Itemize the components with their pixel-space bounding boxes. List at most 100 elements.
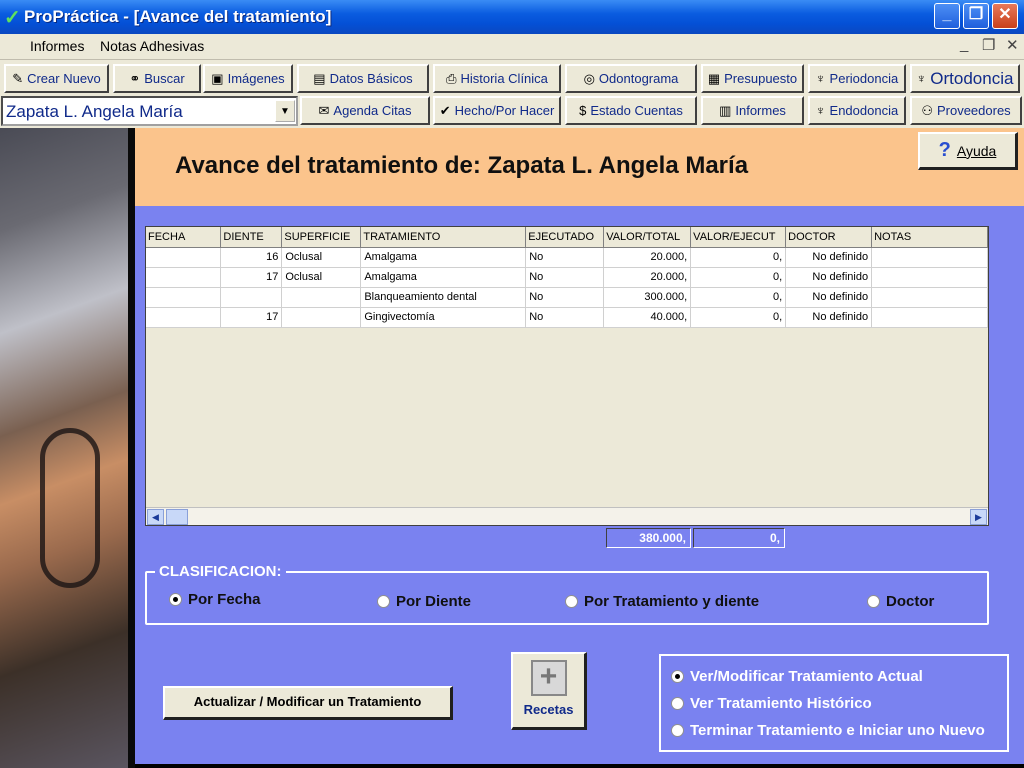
cell-superficie[interactable] — [281, 287, 362, 308]
cell-fecha[interactable] — [146, 247, 222, 268]
radio-dot[interactable] — [377, 595, 390, 608]
cell-doctor[interactable]: No definido — [785, 267, 873, 288]
table-row[interactable]: Blanqueamiento dental No 300.000, 0, No … — [146, 287, 988, 308]
maximize-button[interactable]: ❐ — [963, 3, 989, 29]
radio-dot[interactable] — [565, 595, 578, 608]
cell-ejecutado[interactable]: No — [525, 267, 605, 288]
radio-label: Doctor — [886, 593, 935, 610]
menu-notas-adhesivas[interactable]: Notas Adhesivas — [100, 38, 204, 54]
cell-ejecutado[interactable]: No — [525, 287, 605, 308]
cell-valor-ejecut[interactable]: 0, — [690, 307, 787, 328]
imagenes-button[interactable]: ▣ Imágenes — [203, 64, 293, 93]
odontograma-button[interactable]: ◎ Odontograma — [565, 64, 697, 93]
button-label: Odontograma — [598, 71, 679, 86]
cell-valor-total[interactable]: 20.000, — [603, 267, 692, 288]
buscar-button[interactable]: ⚭ Buscar — [113, 64, 201, 93]
patient-select[interactable]: Zapata L. Angela María ▼ — [1, 96, 298, 126]
col-fecha[interactable]: FECHA — [146, 227, 222, 248]
mdi-minimize-icon[interactable]: _ — [960, 36, 968, 53]
radio-ver-modificar-actual[interactable]: Ver/Modificar Tratamiento Actual — [671, 668, 923, 685]
scroll-right-icon[interactable]: ▶ — [970, 509, 987, 525]
col-tratamiento[interactable]: TRATAMIENTO — [360, 227, 527, 248]
close-button[interactable]: ✕ — [992, 3, 1018, 29]
radio-dot[interactable] — [867, 595, 880, 608]
button-label: Historia Clínica — [460, 71, 548, 86]
cell-doctor[interactable]: No definido — [785, 287, 873, 308]
cell-notas[interactable] — [871, 247, 988, 268]
minimize-button[interactable]: _ — [934, 3, 960, 29]
scroll-left-icon[interactable]: ◀ — [147, 509, 164, 525]
radio-por-fecha[interactable]: Por Fecha — [169, 591, 261, 608]
update-treatment-button[interactable]: Actualizar / Modificar un Tratamiento — [163, 686, 453, 720]
col-ejecutado[interactable]: EJECUTADO — [525, 227, 605, 248]
radio-ver-historico[interactable]: Ver Tratamiento Histórico — [671, 695, 872, 712]
endodoncia-button[interactable]: ♆ Endodoncia — [808, 96, 906, 125]
presupuesto-button[interactable]: ▦ Presupuesto — [701, 64, 804, 93]
cell-fecha[interactable] — [146, 267, 222, 288]
crear-nuevo-button[interactable]: ✎ Crear Nuevo — [4, 64, 109, 93]
cell-diente[interactable] — [220, 287, 283, 308]
col-valor-total[interactable]: VALOR/TOTAL — [603, 227, 692, 248]
cell-notas[interactable] — [871, 267, 988, 288]
cell-diente[interactable]: 16 — [220, 247, 283, 268]
col-valor-ejecut[interactable]: VALOR/EJECUT — [690, 227, 787, 248]
cell-valor-total[interactable]: 300.000, — [603, 287, 692, 308]
radio-terminar-iniciar-nuevo[interactable]: Terminar Tratamiento e Iniciar uno Nuevo — [671, 722, 985, 739]
horizontal-scrollbar[interactable]: ◀ ▶ — [146, 507, 988, 525]
col-notas[interactable]: NOTAS — [871, 227, 988, 248]
dollar-icon: $ — [579, 103, 587, 118]
informes-button[interactable]: ▥ Informes — [701, 96, 804, 125]
cell-tratamiento[interactable]: Gingivectomía — [360, 307, 527, 328]
estado-cuentas-button[interactable]: $ Estado Cuentas — [565, 96, 697, 125]
cell-superficie[interactable]: Oclusal — [281, 267, 362, 288]
hecho-por-hacer-button[interactable]: ✔ Hecho/Por Hacer — [433, 96, 561, 125]
col-superficie[interactable]: SUPERFICIE — [281, 227, 362, 248]
radio-doctor[interactable]: Doctor — [867, 593, 934, 610]
cell-tratamiento[interactable]: Amalgama — [360, 247, 527, 268]
cell-superficie[interactable]: Oclusal — [281, 247, 362, 268]
cell-ejecutado[interactable]: No — [525, 307, 605, 328]
cell-fecha[interactable] — [146, 287, 222, 308]
radio-por-diente[interactable]: Por Diente — [377, 593, 471, 610]
cell-valor-ejecut[interactable]: 0, — [690, 247, 787, 268]
cell-diente[interactable]: 17 — [220, 307, 283, 328]
ortodoncia-button[interactable]: ♆ Ortodoncia — [910, 64, 1020, 93]
periodoncia-button[interactable]: ♆ Periodoncia — [808, 64, 906, 93]
cell-ejecutado[interactable]: No — [525, 247, 605, 268]
mdi-restore-icon[interactable]: ❐ — [982, 36, 995, 54]
historia-clinica-button[interactable]: ⎙ Historia Clínica — [433, 64, 561, 93]
cell-tratamiento[interactable]: Blanqueamiento dental — [360, 287, 527, 308]
cell-doctor[interactable]: No definido — [785, 247, 873, 268]
chevron-down-icon[interactable]: ▼ — [275, 100, 295, 122]
radio-dot[interactable] — [169, 593, 182, 606]
scroll-thumb[interactable] — [166, 509, 188, 525]
cell-tratamiento[interactable]: Amalgama — [360, 267, 527, 288]
menu-informes[interactable]: Informes — [30, 38, 84, 54]
cell-valor-total[interactable]: 20.000, — [603, 247, 692, 268]
cell-fecha[interactable] — [146, 307, 222, 328]
cell-valor-ejecut[interactable]: 0, — [690, 267, 787, 288]
cell-notas[interactable] — [871, 307, 988, 328]
table-row[interactable]: 16 Oclusal Amalgama No 20.000, 0, No def… — [146, 247, 988, 268]
datos-basicos-button[interactable]: ▤ Datos Básicos — [297, 64, 429, 93]
cell-valor-ejecut[interactable]: 0, — [690, 287, 787, 308]
help-button[interactable]: ? Ayuda — [918, 132, 1018, 170]
recetas-button[interactable]: + Recetas — [511, 652, 587, 730]
radio-dot[interactable] — [671, 697, 684, 710]
cell-superficie[interactable] — [281, 307, 362, 328]
radio-dot[interactable] — [671, 670, 684, 683]
col-doctor[interactable]: DOCTOR — [785, 227, 873, 248]
table-row[interactable]: 17 Oclusal Amalgama No 20.000, 0, No def… — [146, 267, 988, 288]
cell-diente[interactable]: 17 — [220, 267, 283, 288]
cell-valor-total[interactable]: 40.000, — [603, 307, 692, 328]
table-row[interactable]: 17 Gingivectomía No 40.000, 0, No defini… — [146, 307, 988, 328]
radio-por-tratamiento-diente[interactable]: Por Tratamiento y diente — [565, 593, 759, 610]
radio-dot[interactable] — [671, 724, 684, 737]
cell-doctor[interactable]: No definido — [785, 307, 873, 328]
col-diente[interactable]: DIENTE — [220, 227, 283, 248]
cell-notas[interactable] — [871, 287, 988, 308]
mdi-close-icon[interactable]: ✕ — [1006, 36, 1019, 54]
proveedores-button[interactable]: ⚇ Proveedores — [910, 96, 1022, 125]
agenda-citas-button[interactable]: ✉ Agenda Citas — [300, 96, 430, 125]
treatment-grid[interactable]: FECHA DIENTE SUPERFICIE TRATAMIENTO EJEC… — [145, 226, 989, 526]
